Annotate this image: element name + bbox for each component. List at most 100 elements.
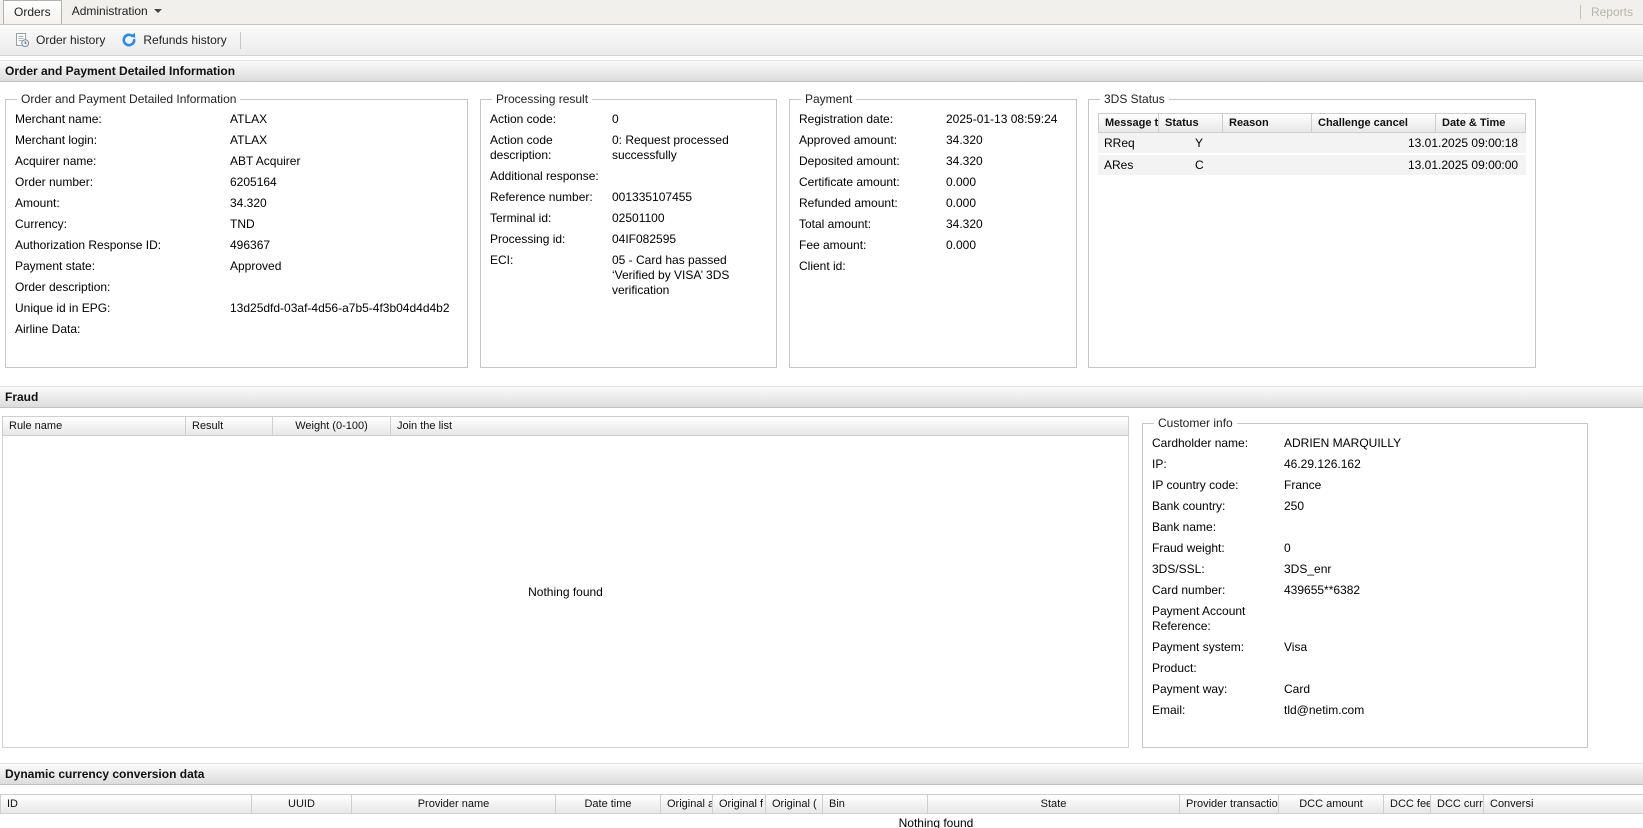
column-header[interactable]: DCC fee amount	[1384, 795, 1431, 813]
panel-payment-legend: Payment	[801, 92, 856, 106]
field-value: ABT Acquirer	[230, 154, 458, 169]
field-label: ECI:	[490, 253, 612, 298]
dcc-grid: ID UUID Provider name Date time Original…	[0, 794, 1643, 828]
field-row: Reference number: 001335107455	[490, 187, 767, 208]
field-value: 0	[612, 112, 767, 127]
field-row: Authorization Response ID: 496367	[15, 235, 458, 256]
field-value: Card	[1284, 682, 1578, 697]
column-header[interactable]: Reason	[1223, 114, 1312, 132]
column-header[interactable]: Status	[1159, 114, 1223, 132]
field-value: 05 - Card has passed ‘Verified by VISA’ …	[612, 253, 767, 298]
field-value: Approved	[230, 259, 458, 274]
field-value	[1284, 661, 1578, 676]
refunds-history-button[interactable]: Refunds history	[113, 28, 234, 52]
field-label: Bank name:	[1152, 520, 1284, 535]
cell-reason	[1249, 155, 1313, 175]
column-header[interactable]: Result	[186, 417, 273, 435]
threeds-grid-body: RReq Y 13.01.2025 09:00:18 ARes C 13.01.…	[1098, 133, 1526, 177]
column-header[interactable]: Date time	[556, 795, 661, 813]
tabbar-right: Reports	[1580, 0, 1633, 24]
column-header[interactable]: Conversi	[1484, 795, 1643, 813]
cell-status: Y	[1189, 133, 1249, 153]
panel-3ds-status-legend: 3DS Status	[1100, 92, 1169, 106]
empty-text: Nothing found	[899, 816, 974, 828]
order-history-button[interactable]: Order history	[6, 28, 113, 52]
column-header[interactable]: DCC curr	[1431, 795, 1484, 813]
field-label: Processing id:	[490, 232, 612, 247]
field-value: ATLAX	[230, 112, 458, 127]
column-header[interactable]: UUID	[252, 795, 352, 813]
column-header[interactable]: Message type	[1099, 114, 1159, 132]
threeds-grid-header: Message type Status Reason Challenge can…	[1098, 113, 1526, 133]
tab-orders[interactable]: Orders	[3, 0, 62, 24]
threeds-row[interactable]: RReq Y 13.01.2025 09:00:18	[1098, 133, 1526, 155]
cell-message-type: RReq	[1098, 133, 1189, 153]
column-header[interactable]: Provider transaction id	[1180, 795, 1279, 813]
fraud-grid-body: Nothing found	[2, 436, 1129, 748]
menu-administration[interactable]: Administration	[62, 0, 172, 24]
column-header[interactable]: Original f	[713, 795, 766, 813]
field-row: IP country code: France	[1152, 475, 1578, 496]
cell-reason	[1249, 133, 1313, 153]
field-value: Visa	[1284, 640, 1578, 655]
refunds-history-label: Refunds history	[143, 33, 226, 47]
field-row: Terminal id: 02501100	[490, 208, 767, 229]
column-header[interactable]: Rule name	[3, 417, 186, 435]
chevron-down-icon	[154, 9, 162, 13]
field-row: Registration date: 2025-01-13 08:59:24	[799, 109, 1067, 130]
field-value	[1284, 604, 1578, 634]
threeds-row[interactable]: ARes C 13.01.2025 09:00:00	[1098, 155, 1526, 177]
column-header[interactable]: Bin	[823, 795, 928, 813]
field-row: IP: 46.29.126.162	[1152, 454, 1578, 475]
field-value: 001335107455	[612, 190, 767, 205]
column-header[interactable]: State	[928, 795, 1180, 813]
field-label: Email:	[1152, 703, 1284, 718]
column-header[interactable]: ID	[1, 795, 252, 813]
column-header[interactable]: DCC amount	[1279, 795, 1384, 813]
section-header-order-payment: Order and Payment Detailed Information	[0, 60, 1643, 82]
tab-bar: Orders Administration Reports	[0, 0, 1643, 25]
field-label: Fraud weight:	[1152, 541, 1284, 556]
field-label: Unique id in EPG:	[15, 301, 230, 316]
field-value	[230, 280, 458, 295]
field-label: Fee amount:	[799, 238, 946, 253]
field-label: Payment state:	[15, 259, 230, 274]
column-header[interactable]: Challenge cancel	[1312, 114, 1436, 132]
column-header[interactable]: Weight (0-100)	[273, 417, 391, 435]
panel-processing-result-legend: Processing result	[492, 92, 592, 106]
cell-date-time: 13.01.2025 09:00:00	[1402, 155, 1526, 175]
field-row: ECI: 05 - Card has passed ‘Verified by V…	[490, 250, 767, 301]
section-header-fraud: Fraud	[0, 386, 1643, 408]
column-header[interactable]: Original (	[766, 795, 823, 813]
field-value: 0.000	[946, 175, 1067, 190]
field-row: Email: tld@netim.com	[1152, 700, 1578, 721]
field-value: 46.29.126.162	[1284, 457, 1578, 472]
field-row: Payment state: Approved	[15, 256, 458, 277]
field-value: 13d25dfd-03af-4d56-a7b5-4f3b04d4d4b2	[230, 301, 458, 316]
order-fields: Merchant name: ATLAX Merchant login: ATL…	[15, 109, 458, 340]
field-row: Merchant login: ATLAX	[15, 130, 458, 151]
field-label: Order number:	[15, 175, 230, 190]
field-label: Currency:	[15, 217, 230, 232]
cell-status: C	[1189, 155, 1249, 175]
panel-customer-info: Customer info Cardholder name: ADRIEN MA…	[1142, 416, 1588, 748]
field-value: 2025-01-13 08:59:24	[946, 112, 1067, 127]
column-header[interactable]: Join the list	[391, 417, 458, 435]
field-value	[946, 259, 1067, 274]
field-row: Order number: 6205164	[15, 172, 458, 193]
field-label: Bank country:	[1152, 499, 1284, 514]
field-row: Unique id in EPG: 13d25dfd-03af-4d56-a7b…	[15, 298, 458, 319]
link-reports[interactable]: Reports	[1591, 5, 1633, 19]
field-row: Processing id: 04IF082595	[490, 229, 767, 250]
field-row: Cardholder name: ADRIEN MARQUILLY	[1152, 433, 1578, 454]
field-label: Approved amount:	[799, 133, 946, 148]
panel-order-info: Order and Payment Detailed Information M…	[5, 92, 468, 368]
field-value: 34.320	[946, 217, 1067, 232]
column-header[interactable]: Date & Time	[1436, 114, 1511, 132]
customer-fields: Cardholder name: ADRIEN MARQUILLY IP: 46…	[1152, 433, 1578, 721]
processing-fields: Action code: 0 Action code description: …	[490, 109, 767, 301]
fraud-grid-header: Rule name Result Weight (0-100) Join the…	[2, 416, 1129, 436]
column-header[interactable]: Provider name	[352, 795, 556, 813]
field-row: Total amount: 34.320	[799, 214, 1067, 235]
column-header[interactable]: Original amount	[661, 795, 713, 813]
